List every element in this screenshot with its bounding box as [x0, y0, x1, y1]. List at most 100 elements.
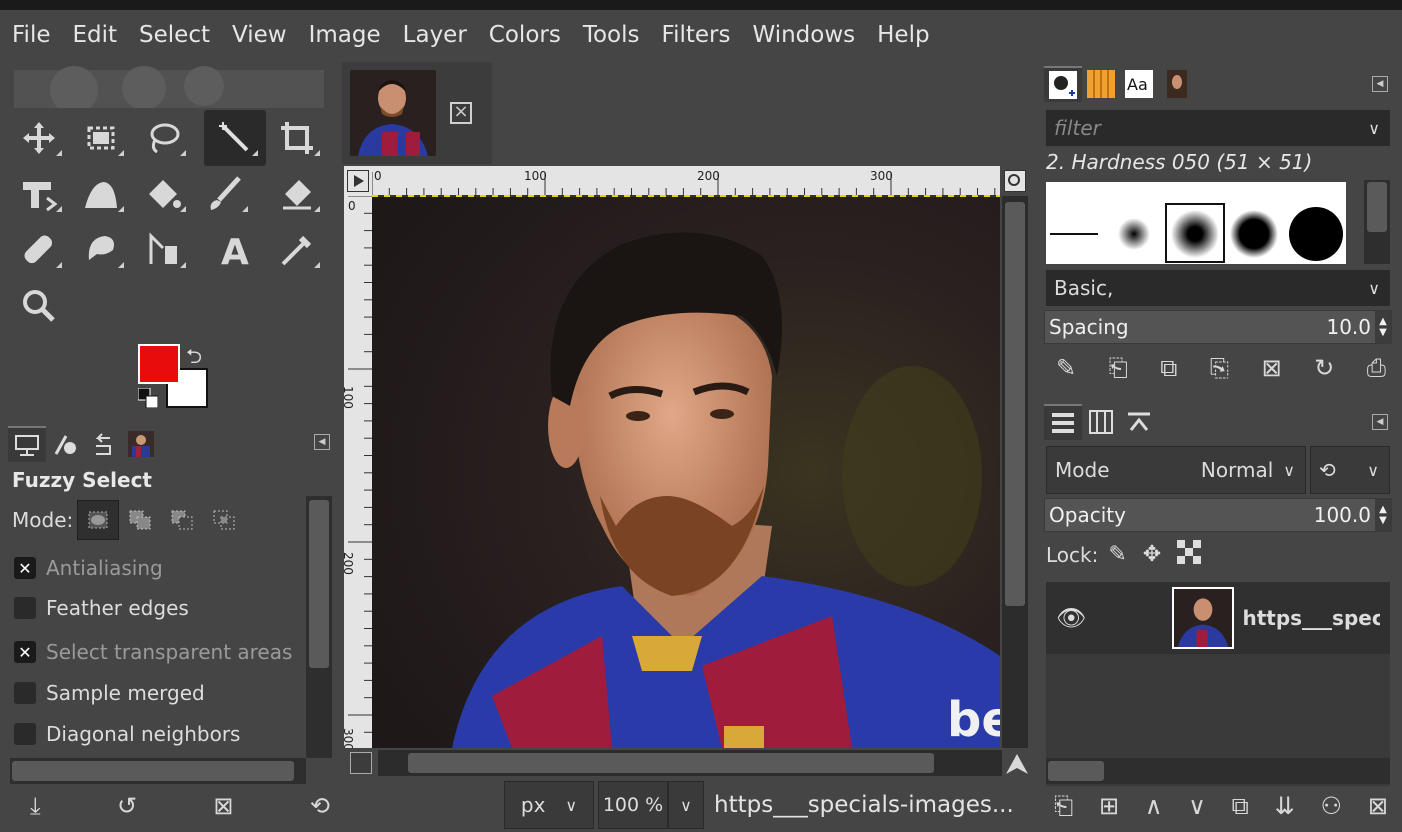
mode-replace-icon[interactable] [77, 500, 120, 540]
image-tab[interactable]: × [342, 62, 492, 164]
mode-subtract-icon[interactable] [161, 500, 203, 540]
tool-options-tab-icon[interactable] [8, 426, 46, 462]
warp-transform-tool-icon[interactable] [70, 166, 132, 222]
foreground-color-swatch[interactable] [138, 344, 180, 384]
zoom-tool-icon[interactable] [8, 278, 70, 334]
image-vscroll[interactable] [1002, 196, 1028, 748]
menu-image[interactable]: Image [309, 22, 381, 48]
undo-history-tab-icon[interactable] [84, 426, 122, 462]
tool-options-hscroll[interactable] [10, 758, 306, 784]
opacity-spinner[interactable]: Opacity 100.0 ▲ ▼ [1044, 498, 1392, 532]
image-hscroll-thumb[interactable] [408, 753, 934, 773]
menu-view[interactable]: View [232, 22, 287, 48]
option-feather-edges[interactable]: Feather edges [14, 596, 189, 620]
heal-tool-icon[interactable] [8, 222, 70, 278]
layer-row[interactable]: 👁 https___speci: [1046, 582, 1390, 654]
edit-brush-icon[interactable]: ✎ [1056, 354, 1076, 382]
fonts-tab-icon[interactable]: Aa [1120, 66, 1158, 102]
lock-pixels-icon[interactable]: ✎ [1108, 542, 1126, 567]
quick-mask-toggle-icon[interactable] [347, 170, 369, 192]
color-picker-tool-icon[interactable] [266, 222, 328, 278]
layers-hscroll[interactable] [1046, 758, 1390, 784]
zoom-fit-icon[interactable] [1004, 170, 1026, 192]
patterns-tab-icon[interactable] [1082, 66, 1120, 102]
restore-preset-icon[interactable]: ↺ [117, 792, 137, 820]
eraser-tool-icon[interactable] [266, 166, 328, 222]
menu-windows[interactable]: Windows [752, 22, 855, 48]
brush-grid-vscroll-thumb[interactable] [1367, 182, 1387, 232]
option-sample-merged[interactable]: Sample merged [14, 681, 205, 705]
brushes-dock-menu-icon[interactable]: ◀ [1372, 76, 1388, 92]
mode-add-icon[interactable] [119, 500, 161, 540]
menu-file[interactable]: File [12, 22, 51, 48]
sample-merged-checkbox[interactable] [14, 682, 36, 704]
unified-transform-tool-icon[interactable] [8, 166, 70, 222]
spacing-stepper-icon[interactable]: ▲ ▼ [1375, 311, 1391, 343]
lower-layer-icon[interactable]: ∨ [1188, 792, 1206, 820]
layer-mask-icon[interactable]: ⚇ [1321, 792, 1343, 820]
diagonal-neighbors-checkbox[interactable] [14, 723, 36, 745]
channels-tab-icon[interactable] [1082, 404, 1120, 440]
layer-composite-select[interactable]: ⟲ ∨ [1310, 446, 1390, 494]
paths-tab-icon[interactable] [1120, 404, 1158, 440]
crop-tool-icon[interactable] [266, 110, 328, 166]
close-image-tab-icon[interactable]: × [450, 102, 472, 124]
brush-tag-select[interactable]: Basic, ∨ [1046, 270, 1390, 306]
zoom-field[interactable]: 100 % [598, 781, 668, 829]
rect-select-tool-icon[interactable] [70, 110, 132, 166]
paintbrush-tool-icon[interactable] [194, 166, 256, 222]
bucket-fill-tool-icon[interactable] [132, 166, 194, 222]
tool-options-menu-icon[interactable]: ◀ [314, 434, 330, 450]
brush-filter-input[interactable]: filter ∨ [1046, 110, 1390, 146]
opacity-stepper-icon[interactable]: ▲ ▼ [1375, 499, 1391, 531]
image-hscroll[interactable] [378, 750, 1002, 776]
menu-layer[interactable]: Layer [403, 22, 467, 48]
menu-edit[interactable]: Edit [73, 22, 118, 48]
menu-tools[interactable]: Tools [583, 22, 640, 48]
reset-options-icon[interactable]: ⟲ [310, 792, 330, 820]
spacing-spinner[interactable]: Spacing 10.0 ▲ ▼ [1044, 310, 1392, 344]
paths-tool-icon[interactable] [132, 222, 194, 278]
device-status-tab-icon[interactable] [46, 426, 84, 462]
brush-grid-vscroll[interactable] [1364, 180, 1390, 264]
delete-brush-icon[interactable]: ⊠ [1262, 354, 1282, 382]
unit-select[interactable]: px ∨ [504, 781, 594, 829]
layer-mode-select[interactable]: Mode Normal ∨ [1046, 446, 1306, 494]
option-diagonal-neighbors[interactable]: Diagonal neighbors [14, 722, 240, 746]
lasso-tool-icon[interactable] [132, 110, 194, 166]
raise-layer-icon[interactable]: ∧ [1145, 792, 1163, 820]
document-history-tab-icon[interactable] [1158, 66, 1196, 102]
fuzzy-select-tool-icon[interactable] [204, 110, 266, 166]
refresh-brushes-icon[interactable]: ↻ [1314, 354, 1334, 382]
menu-help[interactable]: Help [877, 22, 929, 48]
tool-options-hscroll-thumb[interactable] [12, 761, 294, 781]
layers-dock-menu-icon[interactable]: ◀ [1372, 414, 1388, 430]
menu-select[interactable]: Select [139, 22, 210, 48]
delete-preset-icon[interactable]: ⊠ [213, 792, 233, 820]
move-tool-icon[interactable] [8, 110, 70, 166]
image-canvas[interactable]: be [372, 196, 1000, 748]
antialiasing-checkbox[interactable]: ✕ [14, 557, 36, 579]
smudge-tool-icon[interactable] [70, 222, 132, 278]
layers-tab-icon[interactable] [1044, 404, 1082, 440]
menu-filters[interactable]: Filters [662, 22, 731, 48]
menu-colors[interactable]: Colors [489, 22, 561, 48]
duplicate-brush-icon[interactable]: ⧉ [1160, 354, 1177, 382]
save-preset-icon[interactable]: ⤓ [30, 792, 41, 820]
option-select-transparent[interactable]: ✕ Select transparent areas [14, 640, 292, 664]
brush-grid[interactable] [1046, 182, 1346, 264]
delete-layer-icon[interactable]: ⊠ [1368, 792, 1388, 820]
swap-colors-icon[interactable]: ⮌ [186, 342, 202, 376]
tool-options-vscroll[interactable] [306, 496, 332, 758]
text-tool-icon[interactable]: A [204, 222, 266, 278]
new-brush-icon[interactable]: ⎗ [1109, 354, 1128, 382]
lock-position-icon[interactable]: ✥ [1143, 542, 1161, 567]
option-antialiasing[interactable]: ✕ Antialiasing [14, 556, 163, 580]
brushes-tab-icon[interactable] [1044, 66, 1082, 102]
mode-intersect-icon[interactable] [203, 500, 245, 540]
new-layer-icon[interactable]: ⎗ [1054, 792, 1073, 820]
copy-location-icon[interactable]: ⎘ [1210, 354, 1229, 382]
new-layer-group-icon[interactable]: ⊞ [1099, 792, 1119, 820]
images-tab-icon[interactable] [122, 426, 160, 462]
open-as-image-icon[interactable]: ⎙ [1367, 354, 1386, 382]
